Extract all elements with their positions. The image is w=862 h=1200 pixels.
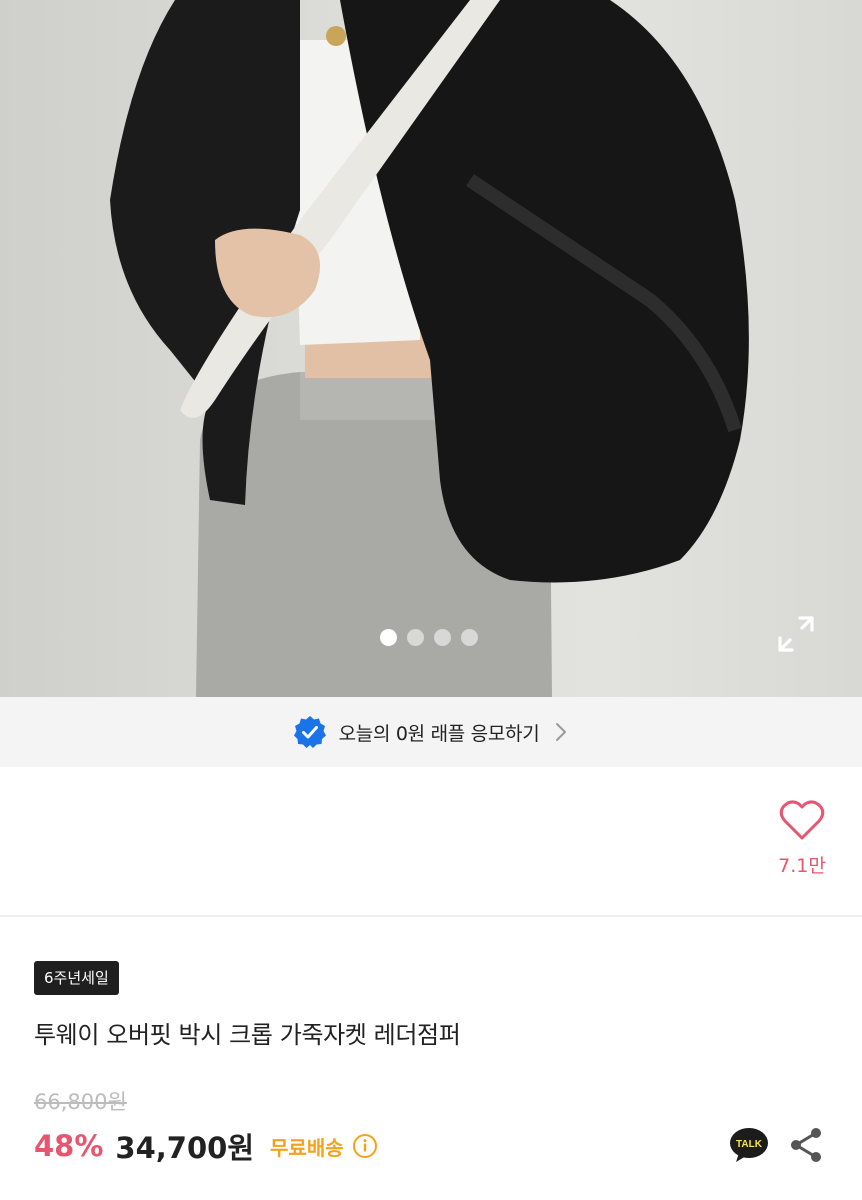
info-icon[interactable] — [352, 1133, 378, 1159]
sale-price: 34,700원 — [115, 1131, 255, 1165]
heart-icon — [779, 800, 825, 840]
pagination-dot[interactable] — [434, 629, 451, 646]
pagination-dot[interactable] — [407, 629, 424, 646]
chevron-right-icon — [556, 723, 567, 741]
kakao-label: TALK — [736, 1139, 763, 1150]
wishlist-section: 7.1만 — [0, 767, 862, 917]
raffle-banner[interactable]: 오늘의 0원 래플 응모하기 — [0, 697, 862, 767]
pagination-dot[interactable] — [461, 629, 478, 646]
like-button[interactable]: 7.1만 — [772, 799, 832, 878]
price-row: 48% 34,700원 무료배송 — [34, 1125, 378, 1167]
like-count: 7.1만 — [778, 855, 826, 877]
product-photo — [110, 0, 749, 697]
product-image-gallery[interactable] — [0, 0, 862, 697]
raffle-label: 오늘의 0원 래플 응모하기 — [338, 722, 540, 745]
sale-tag: 6주년세일 — [34, 961, 119, 995]
shipping-badge: 무료배송 — [270, 1135, 344, 1160]
pagination-dot-active[interactable] — [380, 629, 397, 646]
product-title: 투웨이 오버핏 박시 크롭 가죽자켓 레더점퍼 — [34, 1021, 461, 1049]
original-price: 66,800원 — [34, 1090, 127, 1114]
kakao-talk-button[interactable]: TALK — [728, 1124, 770, 1166]
discount-rate: 48% — [34, 1129, 104, 1163]
verified-badge-icon — [293, 716, 326, 748]
gallery-pagination — [380, 629, 478, 646]
expand-icon[interactable] — [776, 614, 816, 654]
share-icon[interactable] — [788, 1126, 824, 1164]
